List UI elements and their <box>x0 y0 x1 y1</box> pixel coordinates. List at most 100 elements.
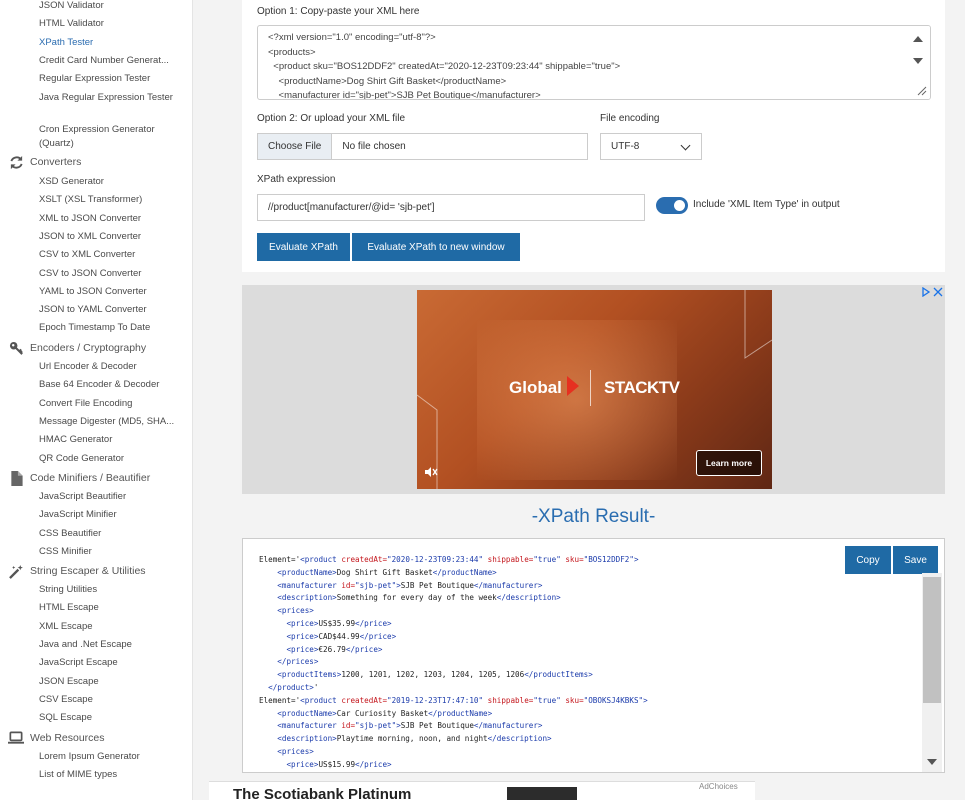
sidebar-item-3[interactable]: Credit Card Number Generat... <box>39 54 169 68</box>
result-line: <productName>Car Curiosity Basket</produ… <box>259 709 492 718</box>
sidebar-item-minifier-3[interactable]: CSS Minifier <box>39 545 92 559</box>
sidebar-category-encoders[interactable]: Encoders / Cryptography <box>8 340 146 356</box>
toggle-label: Include 'XML Item Type' in output <box>693 199 840 210</box>
sidebar-item-escaper-1[interactable]: HTML Escape <box>39 601 99 615</box>
code-token: <price> <box>286 759 319 769</box>
sidebar-item-converter-4[interactable]: CSV to XML Converter <box>39 248 135 262</box>
sidebar-item-encoder-1[interactable]: Base 64 Encoder & Decoder <box>39 378 159 392</box>
sidebar-item-escaper-7[interactable]: SQL Escape <box>39 711 92 725</box>
sidebar-item-4[interactable]: Regular Expression Tester <box>39 72 150 86</box>
sidebar-category-web[interactable]: Web Resources <box>8 730 105 746</box>
code-token: </product> <box>268 683 314 692</box>
code-token: SJB Pet Boutique <box>400 721 474 731</box>
sidebar-item-encoder-4[interactable]: HMAC Generator <box>39 433 112 447</box>
result-line: <manufacturer id="sjb-pet">SJB Pet Bouti… <box>259 580 542 590</box>
code-token: "sjb-pet" <box>355 580 397 590</box>
code-token: <manufacturer <box>277 721 342 731</box>
scroll-down-icon[interactable] <box>913 58 923 64</box>
textarea-scrollbar[interactable] <box>906 26 930 99</box>
choose-file-button[interactable]: Choose File <box>258 134 333 159</box>
sidebar-item-converter-8[interactable]: Epoch Timestamp To Date <box>39 321 150 335</box>
sidebar-item-escaper-4[interactable]: JavaScript Escape <box>39 656 118 670</box>
result-line: <productItems>1200, 1201, 1202, 1203, 12… <box>259 670 592 680</box>
resize-handle-icon[interactable] <box>917 86 927 96</box>
sidebar-item-encoder-2[interactable]: Convert File Encoding <box>39 397 132 411</box>
mute-icon[interactable] <box>424 465 438 479</box>
save-button[interactable]: Save <box>893 546 938 574</box>
sidebar-item-0[interactable]: JSON Validator <box>39 0 104 13</box>
sidebar-item-escaper-3[interactable]: Java and .Net Escape <box>39 638 132 652</box>
result-line: </prices> <box>259 657 318 666</box>
sidebar-item-escaper-6[interactable]: CSV Escape <box>39 693 93 707</box>
evaluate-xpath-button[interactable]: Evaluate XPath <box>257 233 350 261</box>
adchoices-icon[interactable] <box>921 287 943 297</box>
sidebar-item-escaper-0[interactable]: String Utilities <box>39 583 97 597</box>
code-token: <price> <box>286 631 319 641</box>
xpath-input[interactable]: //product[manufacturer/@id= 'sjb-pet'] <box>257 194 645 221</box>
sidebar-item-converter-7[interactable]: JSON to YAML Converter <box>39 303 147 317</box>
adchoices-label[interactable]: AdChoices <box>699 782 738 791</box>
sidebar-category-converters[interactable]: Converters <box>8 154 81 170</box>
encoding-select[interactable]: UTF-8 <box>600 133 702 160</box>
code-token: </productName> <box>428 708 493 718</box>
copy-button[interactable]: Copy <box>845 546 891 574</box>
evaluate-new-window-button[interactable]: Evaluate XPath to new window <box>352 233 520 261</box>
sidebar-item-encoder-5[interactable]: QR Code Generator <box>39 452 124 466</box>
scroll-thumb[interactable] <box>923 577 941 703</box>
sidebar-item-web-1[interactable]: List of MIME types <box>39 768 117 782</box>
result-line: <manufacturer id="sjb-pet">SJB Pet Bouti… <box>259 721 542 731</box>
sidebar-item-2[interactable]: XPath Tester <box>39 36 93 50</box>
code-token: shippable= <box>487 555 534 564</box>
sidebar-item-converter-6[interactable]: YAML to JSON Converter <box>39 285 147 299</box>
xml-textarea[interactable]: <?xml version="1.0" encoding="utf-8"?> <p… <box>257 25 931 100</box>
sidebar-item-converter-3[interactable]: JSON to XML Converter <box>39 230 141 244</box>
play-arrow-icon <box>567 376 579 396</box>
xml-line: <product sku="BOS12DDF2" createdAt="2020… <box>268 61 621 72</box>
xml-line: <manufacturer id="sjb-pet">SJB Pet Bouti… <box>268 90 541 100</box>
sidebar-item-web-0[interactable]: Lorem Ipsum Generator <box>39 750 140 764</box>
sidebar-item-1[interactable]: HTML Validator <box>39 17 104 31</box>
code-token: US$15.99 <box>318 759 356 769</box>
key-icon <box>8 340 24 356</box>
code-token: "true" <box>533 555 566 564</box>
code-token: <productItems> <box>277 670 342 680</box>
ad-video[interactable]: Global STACKTV Learn more <box>417 290 772 489</box>
code-token: createdAt= <box>341 555 388 564</box>
bottom-advertisement[interactable]: The Scotiabank Platinum AdChoices <box>209 781 755 800</box>
sidebar-item-minifier-2[interactable]: CSS Beautifier <box>39 527 101 541</box>
sidebar-item-minifier-1[interactable]: JavaScript Minifier <box>39 508 117 522</box>
scroll-up-icon[interactable] <box>913 36 923 42</box>
sidebar-category-minifiers[interactable]: Code Minifiers / Beautifier <box>8 470 150 486</box>
sidebar-item-escaper-2[interactable]: XML Escape <box>39 620 93 634</box>
sidebar-item-converter-0[interactable]: XSD Generator <box>39 175 104 189</box>
sidebar-item-java-regex[interactable]: Java Regular Expression Tester <box>39 91 179 105</box>
bottom-ad-headline: The Scotiabank Platinum <box>233 786 412 800</box>
sidebar-item-cron[interactable]: Cron Expression Generator (Quartz) <box>39 123 179 151</box>
scroll-down-icon[interactable] <box>927 759 937 765</box>
sidebar-item-converter-1[interactable]: XSLT (XSL Transformer) <box>39 193 142 207</box>
card-image <box>507 787 577 800</box>
include-type-toggle[interactable] <box>656 197 688 214</box>
sidebar-item-minifier-0[interactable]: JavaScript Beautifier <box>39 490 126 504</box>
code-token: Car Curiosity Basket <box>336 708 429 718</box>
advertisement[interactable]: Global STACKTV Learn more <box>242 285 945 494</box>
sidebar-item-converter-5[interactable]: CSV to JSON Converter <box>39 267 141 281</box>
sidebar-item-escaper-5[interactable]: JSON Escape <box>39 675 99 689</box>
learn-more-button[interactable]: Learn more <box>696 450 762 476</box>
sidebar-item-converter-2[interactable]: XML to JSON Converter <box>39 212 141 226</box>
sidebar-item-encoder-0[interactable]: Url Encoder & Decoder <box>39 360 137 374</box>
sidebar-item-encoder-3[interactable]: Message Digester (MD5, SHA... <box>39 415 174 429</box>
xpath-label: XPath expression <box>257 174 336 185</box>
sidebar-category-escaper[interactable]: String Escaper & Utilities <box>8 563 146 579</box>
ad-brand-left: Global <box>509 378 562 397</box>
result-scrollbar[interactable] <box>922 573 942 772</box>
code-token: "sjb-pet" <box>355 721 397 731</box>
code-token: <prices> <box>277 747 314 756</box>
